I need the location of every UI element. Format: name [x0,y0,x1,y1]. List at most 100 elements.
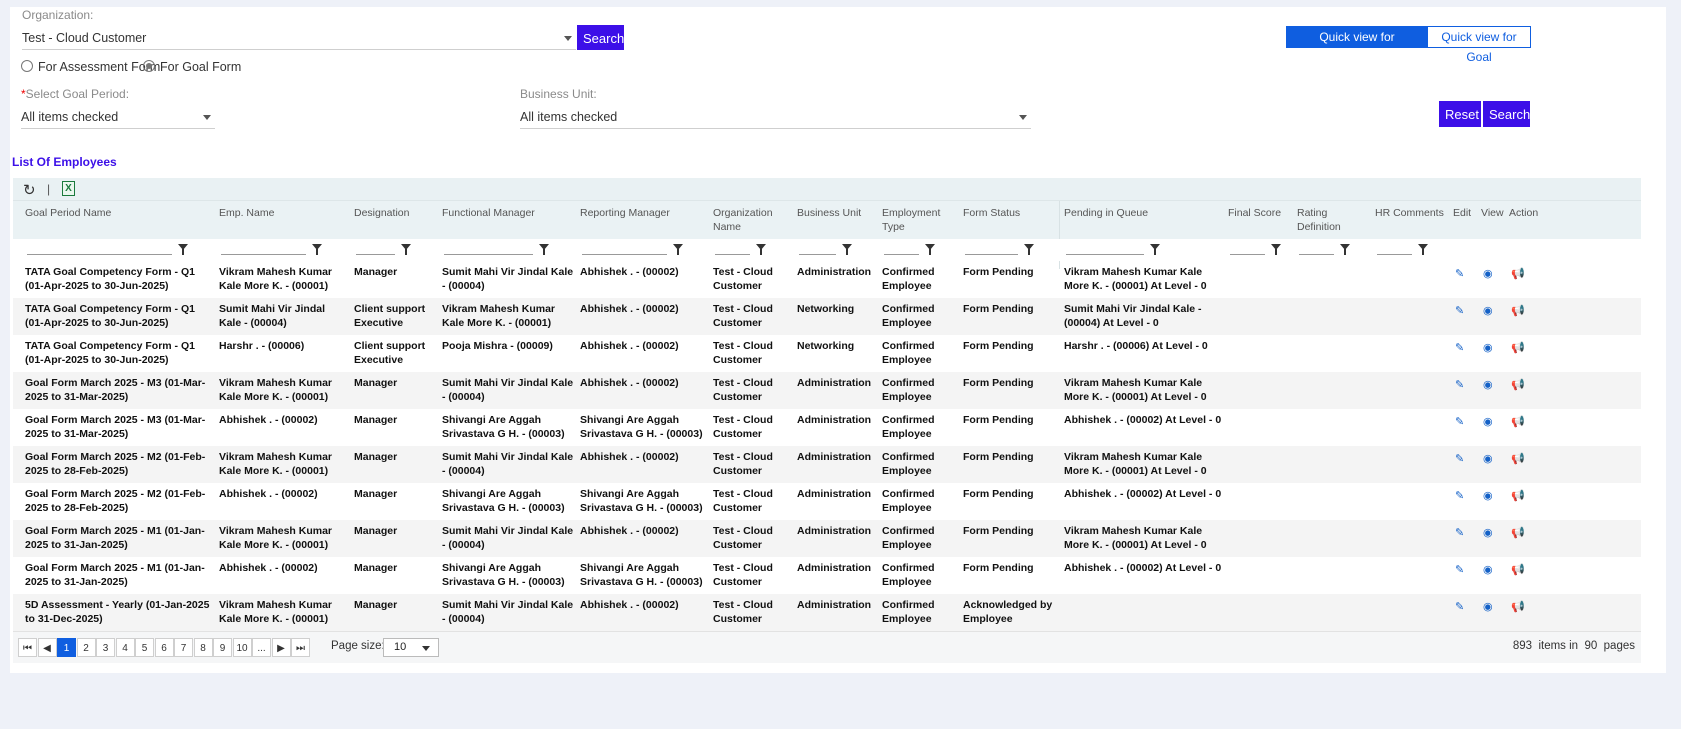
filter-icon[interactable] [1340,244,1350,255]
radio-goal-form[interactable]: For Goal Form [143,59,241,75]
megaphone-icon[interactable]: 📢 [1511,341,1525,354]
megaphone-icon[interactable]: 📢 [1511,489,1525,502]
edit-icon[interactable]: ✎ [1455,378,1464,391]
radio-assessment-form[interactable]: For Assessment Form [21,59,160,75]
table-row[interactable]: Goal Form March 2025 - M1 (01-Jan-2025 t… [13,520,1641,557]
column-header-reporting-manager[interactable]: Reporting Manager [580,206,710,220]
page-button-7[interactable]: 7 [174,638,193,657]
filter-input-organization-name[interactable] [715,254,750,255]
column-header-employment-type[interactable]: Employment Type [882,206,960,234]
column-header-hr-comments[interactable]: HR Comments [1375,206,1449,220]
column-header-designation[interactable]: Designation [354,206,438,220]
filter-input-business-unit[interactable] [799,254,836,255]
filter-icon[interactable] [756,244,766,255]
refresh-icon[interactable]: ↻ [23,181,36,199]
eye-icon[interactable]: ◉ [1483,378,1493,391]
edit-icon[interactable]: ✎ [1455,600,1464,613]
column-header-emp-name[interactable]: Emp. Name [219,206,349,220]
filter-icon[interactable] [1024,244,1034,255]
megaphone-icon[interactable]: 📢 [1511,378,1525,391]
table-row[interactable]: TATA Goal Competency Form - Q1 (01-Apr-2… [13,335,1641,372]
eye-icon[interactable]: ◉ [1483,489,1493,502]
filter-icon[interactable] [1271,244,1281,255]
goal-period-dropdown[interactable]: All items checked [21,106,215,129]
filter-input-hr-comments[interactable] [1377,254,1412,255]
table-row[interactable]: TATA Goal Competency Form - Q1 (01-Apr-2… [13,261,1641,298]
page-button-10[interactable]: 10 [232,638,252,657]
column-header-business-unit[interactable]: Business Unit [797,206,879,220]
excel-icon[interactable]: X [62,181,75,196]
filter-input-reporting-manager[interactable] [582,254,667,255]
filter-input-functional-manager[interactable] [444,254,533,255]
pager-next-icon[interactable]: ▶ [271,638,291,657]
eye-icon[interactable]: ◉ [1483,415,1493,428]
page-button-8[interactable]: 8 [193,638,213,657]
page-button-9[interactable]: 9 [213,638,232,657]
edit-icon[interactable]: ✎ [1455,452,1464,465]
megaphone-icon[interactable]: 📢 [1511,563,1525,576]
reset-button[interactable]: Reset [1439,101,1481,127]
radio-assessment-circle[interactable] [21,60,33,72]
page-button-6[interactable]: 6 [154,638,174,657]
page-button-more[interactable]: ... [252,638,271,657]
eye-icon[interactable]: ◉ [1483,267,1493,280]
filter-icon[interactable] [539,244,549,255]
column-header-goal-period-name[interactable]: Goal Period Name [25,206,215,220]
filter-icon[interactable] [178,244,188,255]
filter-icon[interactable] [312,244,322,255]
filter-icon[interactable] [673,244,683,255]
page-button-5[interactable]: 5 [135,638,154,657]
quick-view-assessments-button[interactable]: Quick view for Assessments [1286,26,1428,64]
filter-icon[interactable] [925,244,935,255]
edit-icon[interactable]: ✎ [1455,563,1464,576]
filter-input-designation[interactable] [356,254,395,255]
edit-icon[interactable]: ✎ [1455,341,1464,354]
column-header-final-score[interactable]: Final Score [1228,206,1294,220]
megaphone-icon[interactable]: 📢 [1511,267,1525,280]
organization-dropdown[interactable]: Test - Cloud Customer [22,27,576,50]
column-header-organization-name[interactable]: Organization Name [713,206,793,234]
edit-icon[interactable]: ✎ [1455,489,1464,502]
page-button-1[interactable]: 1 [57,638,76,657]
quick-view-goal-button[interactable]: Quick view for Goal [1427,26,1531,64]
search-button[interactable]: Search [1483,101,1530,127]
page-button-3[interactable]: 3 [96,638,115,657]
megaphone-icon[interactable]: 📢 [1511,304,1525,317]
eye-icon[interactable]: ◉ [1483,563,1493,576]
megaphone-icon[interactable]: 📢 [1511,452,1525,465]
edit-icon[interactable]: ✎ [1455,304,1464,317]
table-row[interactable]: 5D Assessment - Yearly (01-Jan-2025 to 3… [13,594,1641,631]
megaphone-icon[interactable]: 📢 [1511,600,1525,613]
filter-input-final-score[interactable] [1230,254,1265,255]
column-header-functional-manager[interactable]: Functional Manager [442,206,576,220]
table-row[interactable]: Goal Form March 2025 - M2 (01-Feb-2025 t… [13,483,1641,520]
column-header-action[interactable]: Action [1509,206,1539,220]
megaphone-icon[interactable]: 📢 [1511,526,1525,539]
eye-icon[interactable]: ◉ [1483,452,1493,465]
pager-first-icon[interactable]: ⏮ [18,638,37,657]
eye-icon[interactable]: ◉ [1483,304,1493,317]
edit-icon[interactable]: ✎ [1455,526,1464,539]
edit-icon[interactable]: ✎ [1455,267,1464,280]
column-header-view[interactable]: View [1481,206,1505,220]
filter-input-emp-name[interactable] [221,254,306,255]
filter-input-rating-definition[interactable] [1299,254,1334,255]
eye-icon[interactable]: ◉ [1483,526,1493,539]
table-row[interactable]: TATA Goal Competency Form - Q1 (01-Apr-2… [13,298,1641,335]
radio-goal-circle[interactable] [143,60,155,72]
filter-input-employment-type[interactable] [884,254,919,255]
table-row[interactable]: Goal Form March 2025 - M1 (01-Jan-2025 t… [13,557,1641,594]
page-button-4[interactable]: 4 [115,638,135,657]
filter-input-pending-in-queue[interactable] [1066,254,1144,255]
organization-search-button[interactable]: Search [577,25,624,50]
pager-last-icon[interactable]: ⏭ [291,638,310,657]
column-header-pending-in-queue[interactable]: Pending in Queue [1064,206,1224,220]
table-row[interactable]: Goal Form March 2025 - M3 (01-Mar-2025 t… [13,409,1641,446]
megaphone-icon[interactable]: 📢 [1511,415,1525,428]
filter-icon[interactable] [401,244,411,255]
page-button-2[interactable]: 2 [76,638,96,657]
filter-input-form-status[interactable] [965,254,1018,255]
filter-icon[interactable] [842,244,852,255]
page-size-select[interactable]: 10 [383,638,439,657]
table-row[interactable]: Goal Form March 2025 - M2 (01-Feb-2025 t… [13,446,1641,483]
